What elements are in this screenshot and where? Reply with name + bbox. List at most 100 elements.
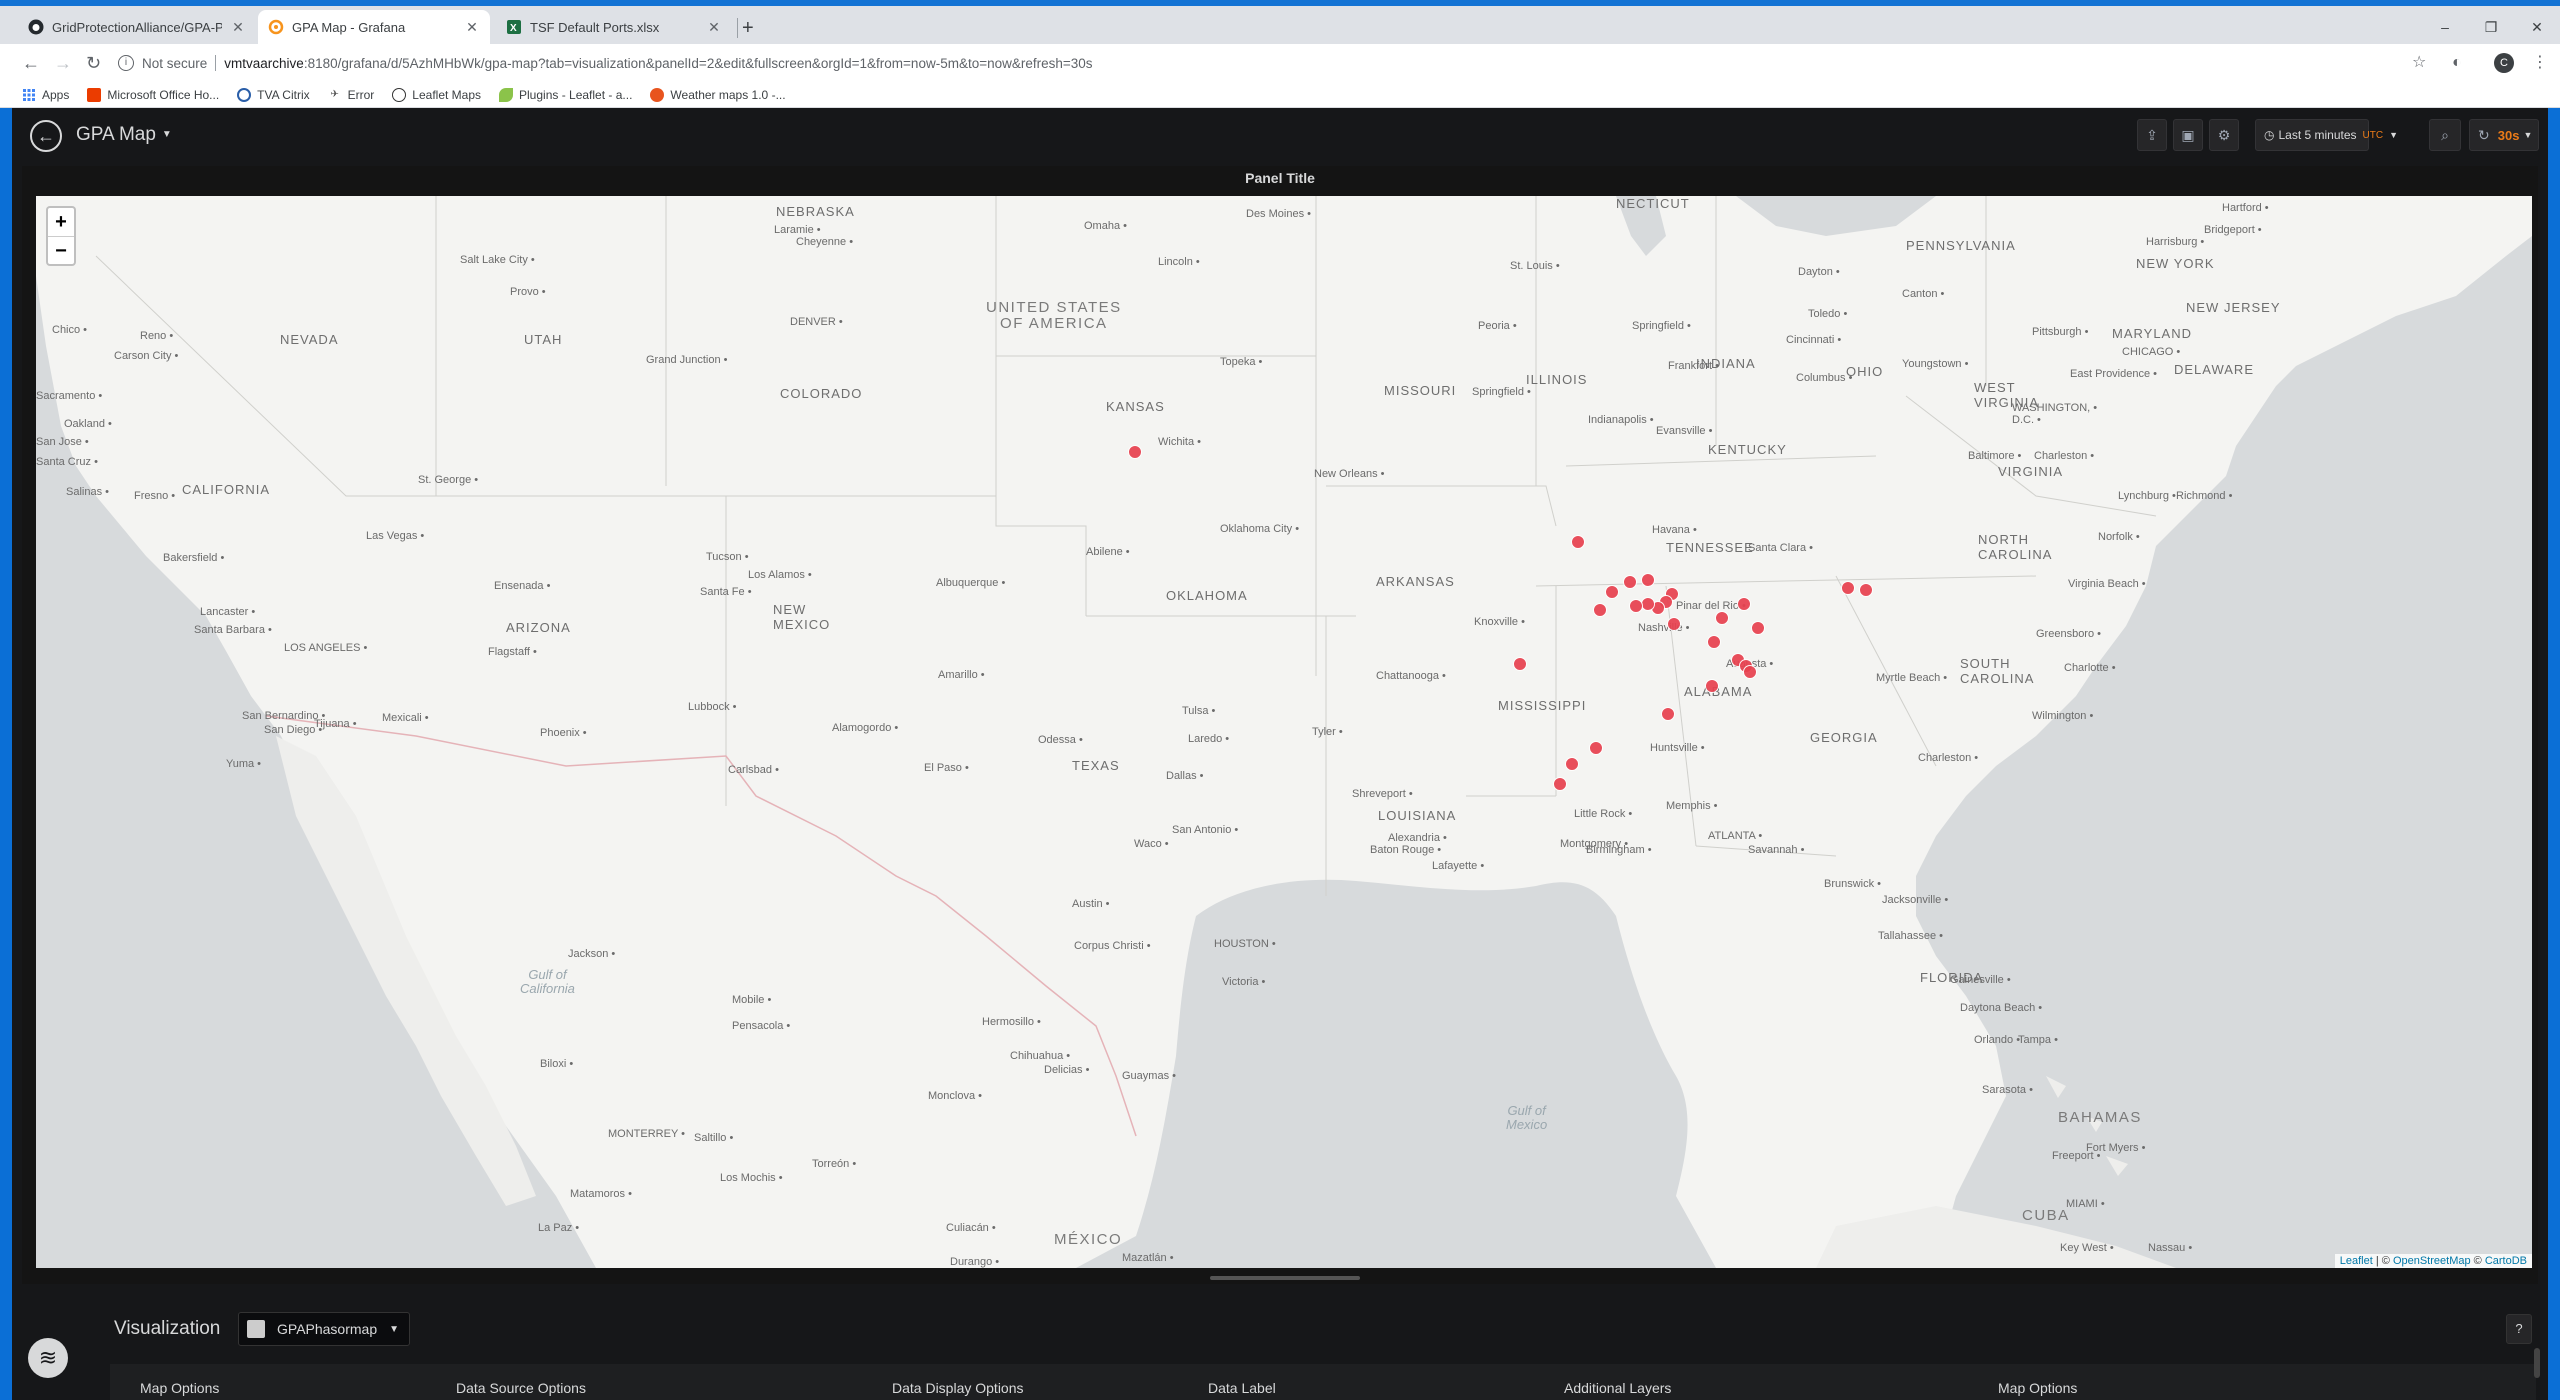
map-label-city: Columbus • bbox=[1796, 372, 1853, 384]
pmu-marker[interactable] bbox=[1751, 621, 1765, 635]
pmu-marker[interactable] bbox=[1705, 679, 1719, 693]
map-label-city: Havana • bbox=[1652, 524, 1697, 536]
pmu-marker[interactable] bbox=[1589, 741, 1603, 755]
tab-github[interactable]: GridProtectionAlliance/GPA-Pha ✕ bbox=[18, 10, 256, 44]
pmu-marker[interactable] bbox=[1128, 445, 1142, 459]
pmu-marker[interactable] bbox=[1571, 535, 1585, 549]
map-label-city: Oklahoma City • bbox=[1220, 523, 1300, 535]
scrollbar[interactable] bbox=[2534, 1348, 2540, 1378]
map-label-city: Harrisburg • bbox=[2146, 236, 2205, 248]
pmu-marker[interactable] bbox=[1641, 573, 1655, 587]
pmu-marker[interactable] bbox=[1593, 603, 1607, 617]
tab-map-options[interactable]: Map Options bbox=[140, 1380, 219, 1396]
pmu-marker[interactable] bbox=[1661, 707, 1675, 721]
pmu-marker[interactable] bbox=[1605, 585, 1619, 599]
panel-title[interactable]: Panel Title bbox=[22, 166, 2538, 190]
pmu-marker[interactable] bbox=[1707, 635, 1721, 649]
close-icon[interactable]: ✕ bbox=[706, 19, 722, 35]
dashboard-title[interactable]: GPA Map ▼ bbox=[76, 124, 172, 146]
visualization-picker[interactable]: GPAPhasormap ▼ bbox=[238, 1312, 410, 1346]
map-label-city: Tucson • bbox=[706, 551, 749, 563]
map-label-city: Tulsa • bbox=[1182, 705, 1216, 717]
cartodb-link[interactable]: CartoDB bbox=[2485, 1255, 2527, 1267]
tab-data-display-options[interactable]: Data Display Options bbox=[892, 1380, 1024, 1396]
back-to-dashboard-button[interactable]: ← bbox=[30, 120, 62, 152]
map-label-city: Dallas • bbox=[1166, 770, 1204, 782]
bookmark-weather-maps[interactable]: Weather maps 1.0 -... bbox=[650, 87, 786, 102]
bookmark-leaflet-maps[interactable]: Leaflet Maps bbox=[392, 87, 481, 102]
pmu-marker[interactable] bbox=[1629, 599, 1643, 613]
map-label-city: Montgomery • bbox=[1560, 838, 1629, 850]
reload-icon[interactable]: ↻ bbox=[86, 52, 101, 74]
tab-data-source-options[interactable]: Data Source Options bbox=[456, 1380, 586, 1396]
save-button[interactable]: ▣ bbox=[2173, 119, 2203, 151]
pmu-marker[interactable] bbox=[1841, 581, 1855, 595]
zoom-in-button[interactable]: + bbox=[48, 208, 74, 236]
info-icon[interactable]: i bbox=[118, 55, 134, 71]
address-bar[interactable]: i Not secure vmtvaarchive :8180/grafana/… bbox=[118, 49, 2418, 77]
map-label-city: Wichita • bbox=[1158, 436, 1201, 448]
refresh-picker[interactable]: ↻ 30s ▼ bbox=[2469, 119, 2539, 151]
pmu-marker[interactable] bbox=[1743, 665, 1757, 679]
map-label-city: Matamoros • bbox=[570, 1188, 632, 1200]
map-label-country: BAHAMAS bbox=[2058, 1109, 2142, 1126]
map-label-city: Delicias • bbox=[1044, 1064, 1090, 1076]
bookmark-apps[interactable]: Apps bbox=[22, 88, 69, 102]
new-tab-button[interactable]: + bbox=[742, 18, 754, 38]
map-label-city: Carlsbad • bbox=[728, 764, 779, 776]
settings-button[interactable]: ⚙ bbox=[2209, 119, 2239, 151]
pmu-marker[interactable] bbox=[1859, 583, 1873, 597]
pmu-marker[interactable] bbox=[1565, 757, 1579, 771]
restore-button[interactable]: ❐ bbox=[2468, 12, 2514, 42]
pmu-marker[interactable] bbox=[1715, 611, 1729, 625]
map-label-city: Austin • bbox=[1072, 898, 1110, 910]
leaflet-link[interactable]: Leaflet bbox=[2340, 1255, 2373, 1267]
pmu-marker[interactable] bbox=[1667, 617, 1681, 631]
share-button[interactable]: ⇪ bbox=[2137, 119, 2167, 151]
zoom-out-button[interactable]: − bbox=[48, 236, 74, 264]
browser-window: GridProtectionAlliance/GPA-Pha ✕ GPA Map… bbox=[0, 0, 2560, 1400]
openstreetmap-link[interactable]: OpenStreetMap bbox=[2393, 1255, 2471, 1267]
tab-grafana[interactable]: GPA Map - Grafana ✕ bbox=[258, 10, 490, 44]
close-icon[interactable]: ✕ bbox=[464, 19, 480, 35]
zoom-out-time-button[interactable]: ⌕ bbox=[2429, 119, 2461, 151]
map-label-state: NEW MEXICO bbox=[773, 602, 831, 632]
map-label-city: Chihuahua • bbox=[1010, 1050, 1071, 1062]
map-label-city: Biloxi • bbox=[540, 1058, 574, 1070]
bookmark-error[interactable]: ✈ Error bbox=[328, 88, 374, 102]
tab-excel[interactable]: X TSF Default Ports.xlsx ✕ bbox=[496, 10, 732, 44]
close-window-button[interactable]: ✕ bbox=[2514, 12, 2560, 42]
close-icon[interactable]: ✕ bbox=[230, 19, 246, 35]
option-tabs: Map Options Data Source Options Data Dis… bbox=[110, 1364, 2536, 1400]
bookmark-office[interactable]: Microsoft Office Ho... bbox=[87, 87, 219, 102]
map-label-city: Grand Junction • bbox=[646, 354, 728, 366]
more-vert-icon[interactable]: ⋮ bbox=[2532, 53, 2548, 73]
help-button[interactable]: ? bbox=[2506, 1314, 2532, 1344]
tab-map-options-2[interactable]: Map Options bbox=[1998, 1380, 2077, 1396]
back-arrow-icon[interactable]: ← bbox=[22, 52, 40, 74]
pmu-marker[interactable] bbox=[1641, 597, 1655, 611]
pmu-marker[interactable] bbox=[1623, 575, 1637, 589]
time-range-picker[interactable]: ◷ Last 5 minutes UTC ▼ bbox=[2255, 119, 2398, 151]
database-icon[interactable]: ≋ bbox=[28, 1338, 68, 1378]
extension-icon[interactable]: ◐ bbox=[2452, 53, 2462, 73]
bookmark-plugins-leaflet[interactable]: Plugins - Leaflet - a... bbox=[499, 87, 632, 102]
tab-data-label[interactable]: Data Label bbox=[1208, 1380, 1276, 1396]
pmu-marker[interactable] bbox=[1513, 657, 1527, 671]
minimize-button[interactable]: – bbox=[2422, 12, 2468, 42]
map-label-state: MISSISSIPPI bbox=[1498, 698, 1587, 713]
leaflet-map[interactable]: NEBRASKA UNITED STATES OF AMERICA NEVADA UTA… bbox=[36, 196, 2532, 1268]
map-label-city: LOS ANGELES • bbox=[284, 642, 368, 654]
pmu-marker[interactable] bbox=[1553, 777, 1567, 791]
tab-additional-layers[interactable]: Additional Layers bbox=[1564, 1380, 1671, 1396]
panel-resize-handle[interactable] bbox=[1210, 1276, 1360, 1280]
avatar[interactable]: C bbox=[2494, 53, 2514, 73]
bookmarks-bar: Apps Microsoft Office Ho... TVA Citrix ✈… bbox=[0, 82, 2560, 108]
pmu-marker[interactable] bbox=[1737, 597, 1751, 611]
bookmark-tva-citrix[interactable]: TVA Citrix bbox=[237, 87, 310, 102]
map-label-city: Tallahassee • bbox=[1878, 930, 1944, 942]
forward-arrow-icon[interactable]: → bbox=[54, 52, 72, 74]
star-icon[interactable]: ☆ bbox=[2412, 53, 2426, 73]
globe-icon bbox=[392, 87, 407, 102]
github-icon bbox=[28, 19, 44, 35]
